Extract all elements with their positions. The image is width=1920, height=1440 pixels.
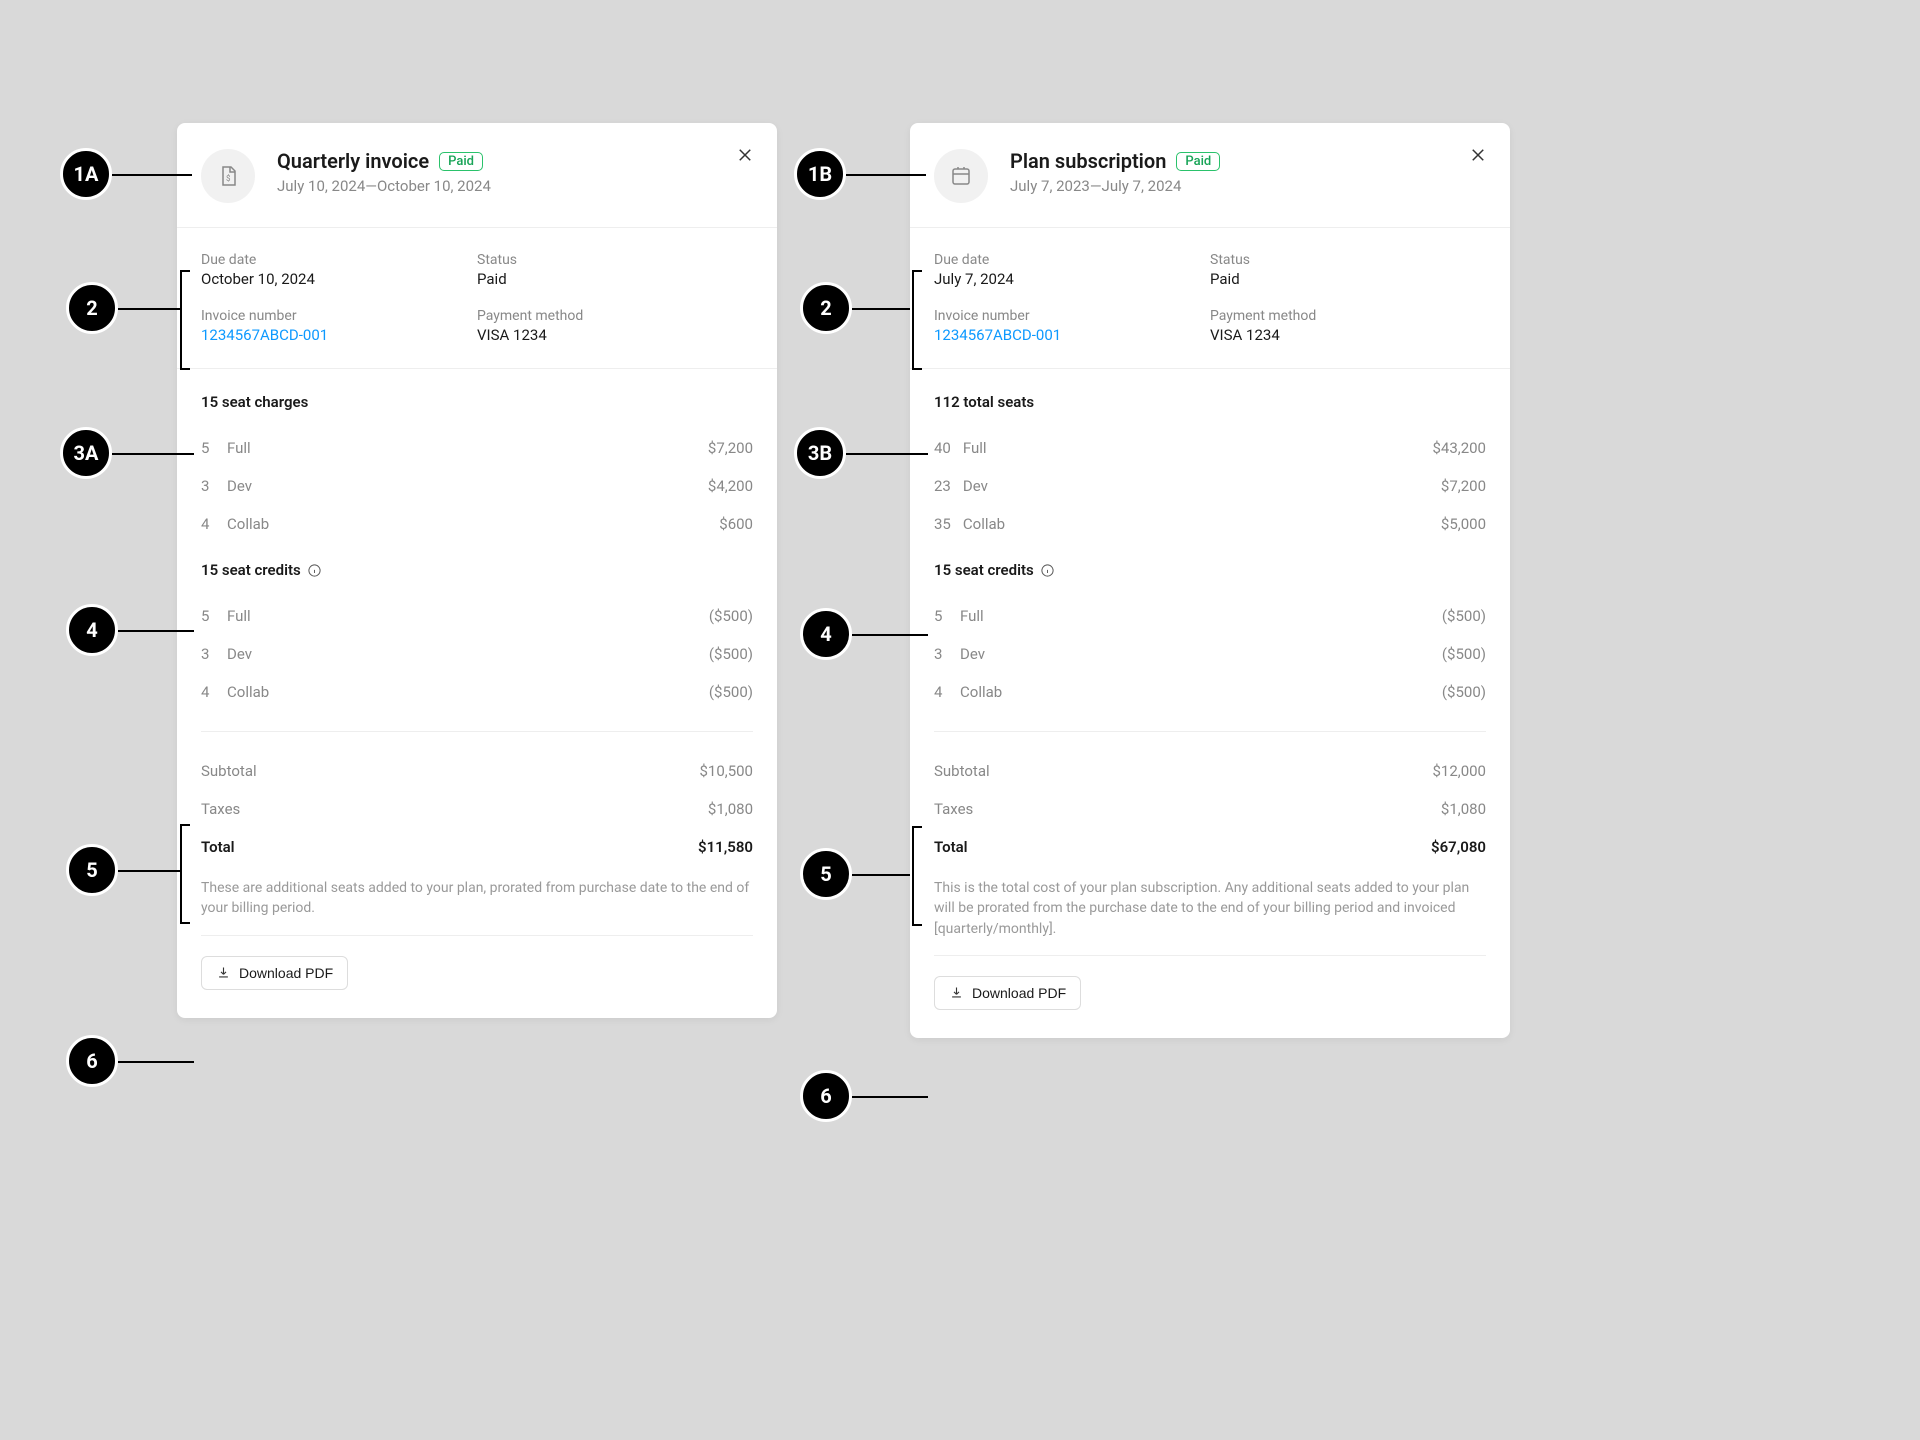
calendar-icon [934,149,988,203]
annotation-bubble: 6 [66,1035,118,1087]
meta-section: Due date July 7, 2024 Status Paid Invoic… [910,228,1510,369]
note-text: These are additional seats added to your… [177,866,777,919]
annotation-line [852,874,910,876]
annotation-bubble: 4 [66,604,118,656]
seat-credits-title: 15 seat credits [934,561,1486,579]
status-label: Status [1210,252,1486,268]
seat-credits-section: 15 seat credits 5Full($500) 3Dev($500) 4… [910,543,1510,711]
meta-section: Due date October 10, 2024 Status Paid In… [177,228,777,369]
svg-text:$: $ [226,174,231,183]
annotation-line [852,1096,928,1098]
annotation-bubble: 2 [800,282,852,334]
annotation-line [118,870,180,872]
totals-section: Subtotal$10,500 Taxes$1,080 Total$11,580 [177,731,777,866]
line-item: 5Full($500) [934,597,1486,635]
invoice-card-subscription: Plan subscription Paid July 7, 2023—July… [910,123,1510,1038]
invoice-number-link[interactable]: 1234567ABCD-001 [934,326,1210,344]
annotation-bubble: 3A [60,427,112,479]
download-pdf-button[interactable]: Download PDF [934,976,1081,1010]
annotation-line [846,453,928,455]
annotation-line [118,308,180,310]
seat-charges-title: 15 seat charges [201,393,753,411]
payment-method-value: VISA 1234 [477,326,753,344]
info-icon[interactable] [1040,563,1055,578]
status-value: Paid [1210,270,1486,288]
subtotal-row: Subtotal$12,000 [934,752,1486,790]
invoice-number-label: Invoice number [934,308,1210,324]
annotation-bubble: 6 [800,1070,852,1122]
annotation-line [852,634,928,636]
annotation-line [112,453,194,455]
status-badge: Paid [439,152,483,171]
seat-credits-section: 15 seat credits 5Full($500) 3Dev($500) 4… [177,543,777,711]
annotation-bracket [180,824,182,924]
card-header: $ Quarterly invoice Paid July 10, 2024—O… [177,123,777,228]
taxes-row: Taxes$1,080 [201,790,753,828]
date-range: July 10, 2024—October 10, 2024 [277,177,491,195]
card-header: Plan subscription Paid July 7, 2023—July… [910,123,1510,228]
payment-method-value: VISA 1234 [1210,326,1486,344]
line-item: 40Full$43,200 [934,429,1486,467]
annotation-bubble: 5 [800,848,852,900]
line-item: 3Dev($500) [201,635,753,673]
annotation-bracket [912,270,914,370]
annotation-line [852,308,910,310]
info-icon[interactable] [307,563,322,578]
annotation-line [118,630,194,632]
card-title: Quarterly invoice [277,149,429,173]
download-icon [949,985,964,1000]
status-badge: Paid [1176,152,1220,171]
due-date-value: July 7, 2024 [934,270,1210,288]
invoice-icon: $ [201,149,255,203]
total-seats-section: 112 total seats 40Full$43,200 23Dev$7,20… [910,369,1510,543]
line-item: 35Collab$5,000 [934,505,1486,543]
line-item: 4Collab($500) [934,673,1486,711]
note-text: This is the total cost of your plan subs… [910,866,1510,939]
due-date-value: October 10, 2024 [201,270,477,288]
close-button[interactable] [1466,143,1490,167]
close-button[interactable] [733,143,757,167]
annotation-bubble: 5 [66,844,118,896]
line-item: 4Collab$600 [201,505,753,543]
annotation-line [846,174,926,176]
annotation-bubble: 1A [60,148,112,200]
subtotal-row: Subtotal$10,500 [201,752,753,790]
status-label: Status [477,252,753,268]
total-seats-title: 112 total seats [934,393,1486,411]
payment-method-label: Payment method [1210,308,1486,324]
annotation-bubble: 1B [794,148,846,200]
annotation-bubble: 3B [794,427,846,479]
line-item: 23Dev$7,200 [934,467,1486,505]
line-item: 5Full$7,200 [201,429,753,467]
due-date-label: Due date [934,252,1210,268]
due-date-label: Due date [201,252,477,268]
line-item: 4Collab($500) [201,673,753,711]
status-value: Paid [477,270,753,288]
line-item: 5Full($500) [201,597,753,635]
line-item: 3Dev$4,200 [201,467,753,505]
annotation-line [118,1061,194,1063]
annotation-bubble: 4 [800,608,852,660]
totals-section: Subtotal$12,000 Taxes$1,080 Total$67,080 [910,731,1510,866]
card-title: Plan subscription [1010,149,1166,173]
seat-credits-title: 15 seat credits [201,561,753,579]
payment-method-label: Payment method [477,308,753,324]
line-item: 3Dev($500) [934,635,1486,673]
total-row: Total$67,080 [934,828,1486,866]
seat-charges-section: 15 seat charges 5Full$7,200 3Dev$4,200 4… [177,369,777,543]
download-pdf-button[interactable]: Download PDF [201,956,348,990]
date-range: July 7, 2023—July 7, 2024 [1010,177,1220,195]
invoice-number-link[interactable]: 1234567ABCD-001 [201,326,477,344]
total-row: Total$11,580 [201,828,753,866]
annotation-line [112,174,192,176]
annotation-bubble: 2 [66,282,118,334]
invoice-number-label: Invoice number [201,308,477,324]
annotation-bracket [912,826,914,926]
taxes-row: Taxes$1,080 [934,790,1486,828]
annotation-bracket [180,270,182,370]
download-icon [216,965,231,980]
invoice-card-quarterly: $ Quarterly invoice Paid July 10, 2024—O… [177,123,777,1018]
